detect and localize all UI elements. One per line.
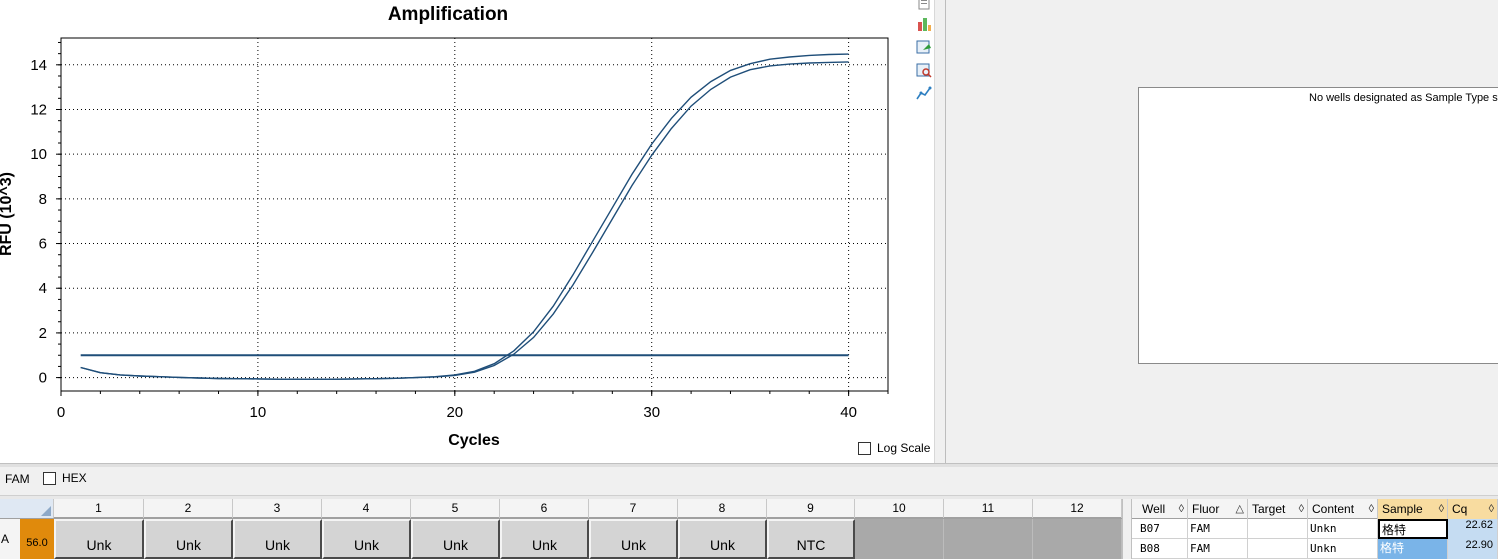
column-content-header[interactable]: Content ◊ — [1308, 499, 1378, 519]
y-tick-label: 0 — [39, 370, 47, 387]
cell-well: B07 — [1138, 519, 1188, 539]
plate-well[interactable] — [944, 519, 1033, 559]
column-header[interactable]: 2 — [144, 499, 233, 518]
x-tick-label: 10 — [250, 404, 267, 421]
plate-well[interactable]: Unk — [411, 519, 500, 559]
select-all-corner[interactable] — [0, 499, 54, 518]
amplification-chart: Amplification 0 10 20 30 40 0 2 4 6 8 10 12 14 Cycle… — [0, 4, 889, 449]
plate-well[interactable]: Unk — [322, 519, 411, 559]
plate-well[interactable]: Unk — [589, 519, 678, 559]
log-scale-toggle[interactable]: Log Scale — [858, 441, 930, 455]
table-row[interactable]: B07 FAM Unkn 格特 22.62 — [1132, 519, 1498, 539]
column-header[interactable]: 11 — [944, 499, 1033, 518]
fluorophore-bar: FAM HEX — [0, 467, 1498, 495]
standard-curve-box: No wells designated as Sample Type sta — [1138, 87, 1498, 364]
cell-sample-input[interactable]: 格特 — [1378, 519, 1448, 539]
fam-label[interactable]: FAM — [5, 472, 30, 486]
column-well-header[interactable]: Well ◊ — [1138, 499, 1188, 519]
plot-frame — [60, 37, 889, 392]
column-fluor-header[interactable]: Fluor △ — [1188, 499, 1248, 519]
results-table: Well ◊ Fluor △ Target ◊ Content ◊ Sample ◊ Cq… — [1132, 499, 1498, 559]
amplification-chart-panel: Amplification 0 10 20 30 40 0 2 4 6 8 10 12 14 Cycle… — [0, 0, 934, 463]
hex-toggle[interactable]: HEX — [43, 471, 87, 485]
right-panel: No wells designated as Sample Type sta — [946, 0, 1498, 463]
plate-well[interactable]: Unk — [233, 519, 322, 559]
plate-well[interactable]: Unk — [54, 519, 144, 559]
column-header[interactable]: 10 — [855, 499, 944, 518]
x-tick-label: 30 — [643, 404, 660, 421]
cell-cq: 22.62 — [1448, 519, 1498, 539]
cell-well: B08 — [1138, 539, 1188, 559]
plate-well[interactable]: Unk — [500, 519, 589, 559]
column-cq-header[interactable]: Cq ◊ — [1448, 499, 1498, 519]
no-standards-message: No wells designated as Sample Type sta — [1309, 92, 1498, 104]
plate-well[interactable]: NTC — [767, 519, 855, 559]
refresh-chart-icon[interactable] — [915, 39, 933, 55]
column-header[interactable]: 8 — [678, 499, 767, 518]
cell-target[interactable] — [1248, 539, 1308, 559]
sort-icon[interactable]: ◊ — [1179, 499, 1184, 519]
column-sample-header[interactable]: Sample ◊ — [1378, 499, 1448, 519]
series-line-1[interactable] — [80, 53, 849, 380]
cell-fluor: FAM — [1188, 519, 1248, 539]
results-header: Well ◊ Fluor △ Target ◊ Content ◊ Sample ◊ Cq… — [1132, 499, 1498, 519]
sort-icon[interactable]: ◊ — [1489, 499, 1494, 519]
y-tick-label: 8 — [39, 191, 47, 208]
log-scale-checkbox[interactable] — [858, 441, 871, 455]
y-axis-label: RFU (10^3) — [0, 172, 15, 256]
x-tick-label: 40 — [840, 404, 857, 421]
vertical-splitter[interactable] — [934, 0, 946, 463]
sort-icon[interactable]: ◊ — [1369, 499, 1374, 519]
chart-title: Amplification — [388, 4, 508, 25]
trace-icon[interactable] — [915, 85, 933, 101]
hex-label: HEX — [62, 471, 87, 485]
cell-content: Unkn — [1308, 519, 1378, 539]
cell-content: Unkn — [1308, 539, 1378, 559]
cell-cq: 22.90 — [1448, 539, 1498, 559]
table-row[interactable]: B08 FAM Unkn 格特 22.90 — [1132, 539, 1498, 559]
column-header[interactable]: 3 — [233, 499, 322, 518]
plate-well[interactable] — [1033, 519, 1122, 559]
x-tick-label: 20 — [446, 404, 463, 421]
column-header[interactable]: 9 — [767, 499, 855, 518]
row-header[interactable]: A — [0, 519, 20, 559]
x-axis-label: Cycles — [448, 432, 500, 449]
column-header[interactable]: 12 — [1033, 499, 1122, 518]
row-temperature: 56.0 — [20, 519, 54, 559]
y-tick-label: 6 — [39, 236, 47, 253]
sort-icon[interactable]: ◊ — [1439, 499, 1444, 519]
sort-asc-icon[interactable]: △ — [1236, 499, 1244, 519]
plate-grid: 1 2 3 4 5 6 7 8 9 10 11 12 A 56.0 Unk Un… — [0, 499, 1122, 559]
app-window: Amplification 0 10 20 30 40 0 2 4 6 8 10 12 14 Cycle… — [0, 0, 1498, 559]
y-tick-label: 12 — [30, 101, 47, 118]
sort-icon[interactable]: ◊ — [1299, 499, 1304, 519]
chart-toolbar — [912, 0, 934, 110]
y-tick-label: 14 — [30, 57, 47, 74]
export-icon[interactable] — [915, 0, 933, 12]
zoom-chart-icon[interactable] — [915, 62, 933, 78]
column-header[interactable]: 1 — [54, 499, 144, 518]
plate-header: 1 2 3 4 5 6 7 8 9 10 11 12 — [0, 499, 1122, 518]
cell-fluor: FAM — [1188, 539, 1248, 559]
y-tick-label: 4 — [39, 280, 47, 297]
column-header[interactable]: 6 — [500, 499, 589, 518]
hex-checkbox[interactable] — [43, 471, 56, 485]
cell-target[interactable] — [1248, 519, 1308, 539]
column-target-header[interactable]: Target ◊ — [1248, 499, 1308, 519]
log-scale-label: Log Scale — [877, 441, 931, 455]
plate-well[interactable]: Unk — [678, 519, 767, 559]
column-header[interactable]: 4 — [322, 499, 411, 518]
plate-table-splitter[interactable] — [1122, 499, 1132, 559]
y-tick-label: 10 — [30, 146, 47, 163]
column-header[interactable]: 5 — [411, 499, 500, 518]
y-tick-label: 2 — [39, 325, 47, 342]
column-header[interactable]: 7 — [589, 499, 678, 518]
plate-well[interactable] — [855, 519, 944, 559]
x-tick-label: 0 — [57, 404, 65, 421]
cell-sample[interactable]: 格特 — [1378, 539, 1448, 559]
plate-well[interactable]: Unk — [144, 519, 233, 559]
chart-color-icon[interactable] — [915, 16, 933, 32]
